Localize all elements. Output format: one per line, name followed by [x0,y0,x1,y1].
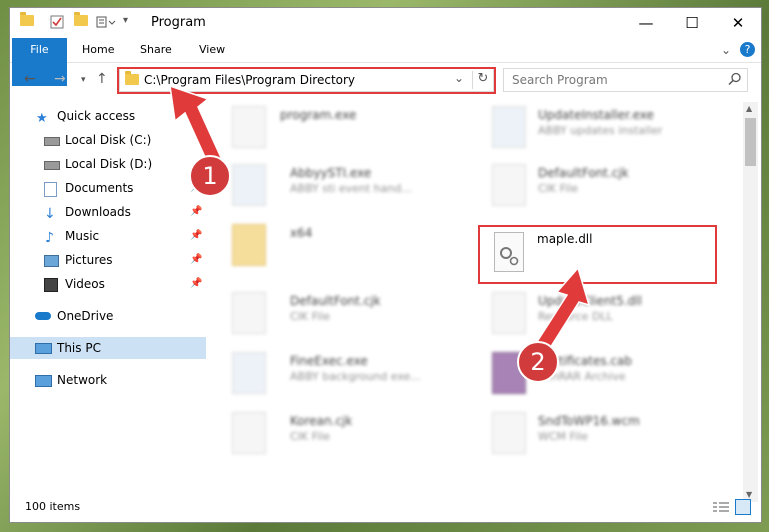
step-badge-1: 1 [189,155,231,197]
annotation-arrows [169,84,591,358]
step-badge-2: 2 [517,341,559,383]
